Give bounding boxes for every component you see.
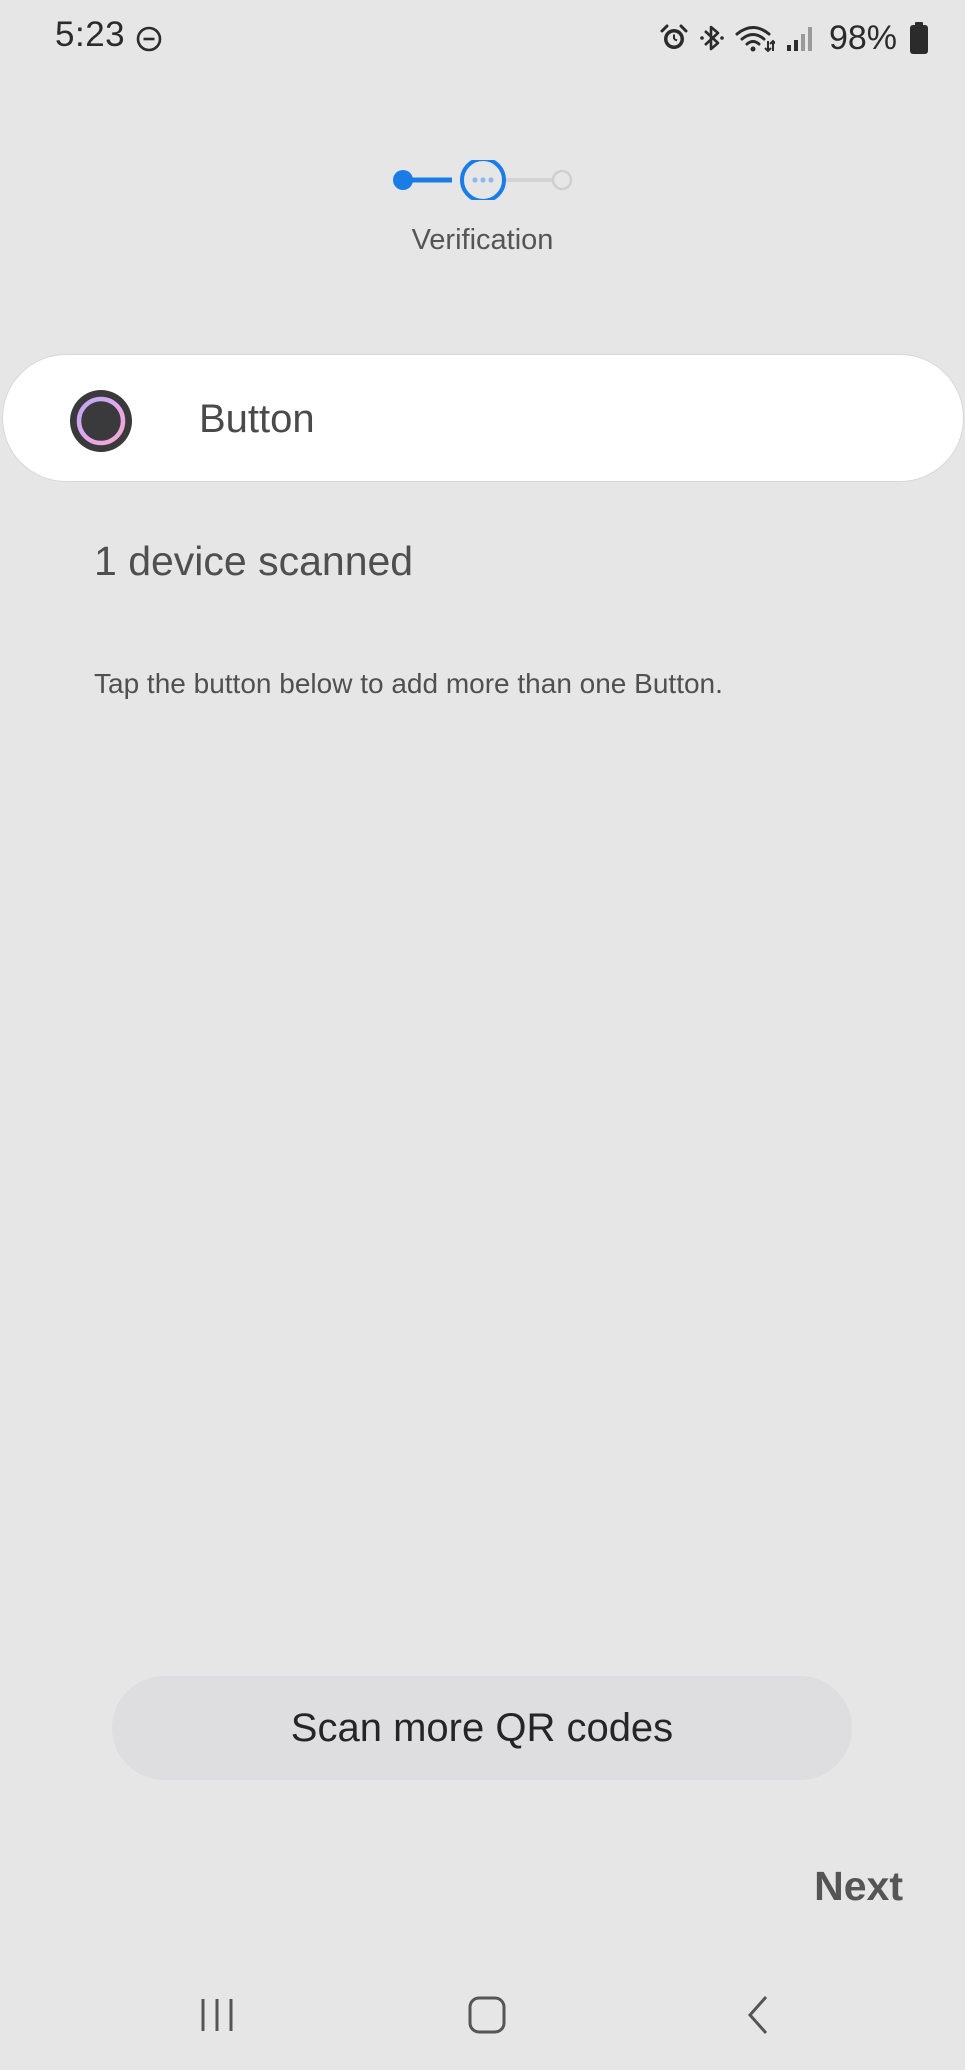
battery-icon — [910, 22, 928, 54]
home-icon — [468, 1996, 506, 2034]
stepper-label: Verification — [411, 224, 554, 256]
do-not-disturb-icon — [136, 26, 162, 52]
device-card[interactable]: Button — [2, 354, 964, 482]
status-bar: 5:23 98% — [0, 0, 965, 76]
back-icon — [747, 1996, 768, 2034]
progress-stepper — [393, 160, 573, 200]
signal-icon — [786, 27, 812, 51]
battery-percentage: 98% — [828, 18, 897, 57]
home-button[interactable] — [427, 1970, 547, 2060]
step-completed-dot — [393, 170, 413, 190]
button-device-icon — [70, 390, 132, 452]
bluetooth-icon — [700, 25, 724, 51]
scan-more-qr-codes-button[interactable]: Scan more QR codes — [112, 1676, 852, 1780]
recent-apps-icon — [201, 1999, 233, 2031]
status-icons: 98% — [659, 14, 929, 62]
device-name: Button — [199, 397, 315, 441]
recent-apps-button[interactable] — [157, 1970, 277, 2060]
status-time: 5:23 — [55, 15, 126, 54]
alarm-icon — [660, 24, 688, 49]
back-button[interactable] — [698, 1970, 818, 2060]
system-navigation-bar — [0, 1970, 965, 2070]
scanned-count: 1 device scanned — [94, 538, 414, 584]
next-button[interactable]: Next — [808, 1862, 909, 1911]
step-pending-dot — [551, 169, 573, 191]
helper-text: Tap the button below to add more than on… — [94, 668, 723, 699]
wifi-icon — [735, 26, 775, 53]
